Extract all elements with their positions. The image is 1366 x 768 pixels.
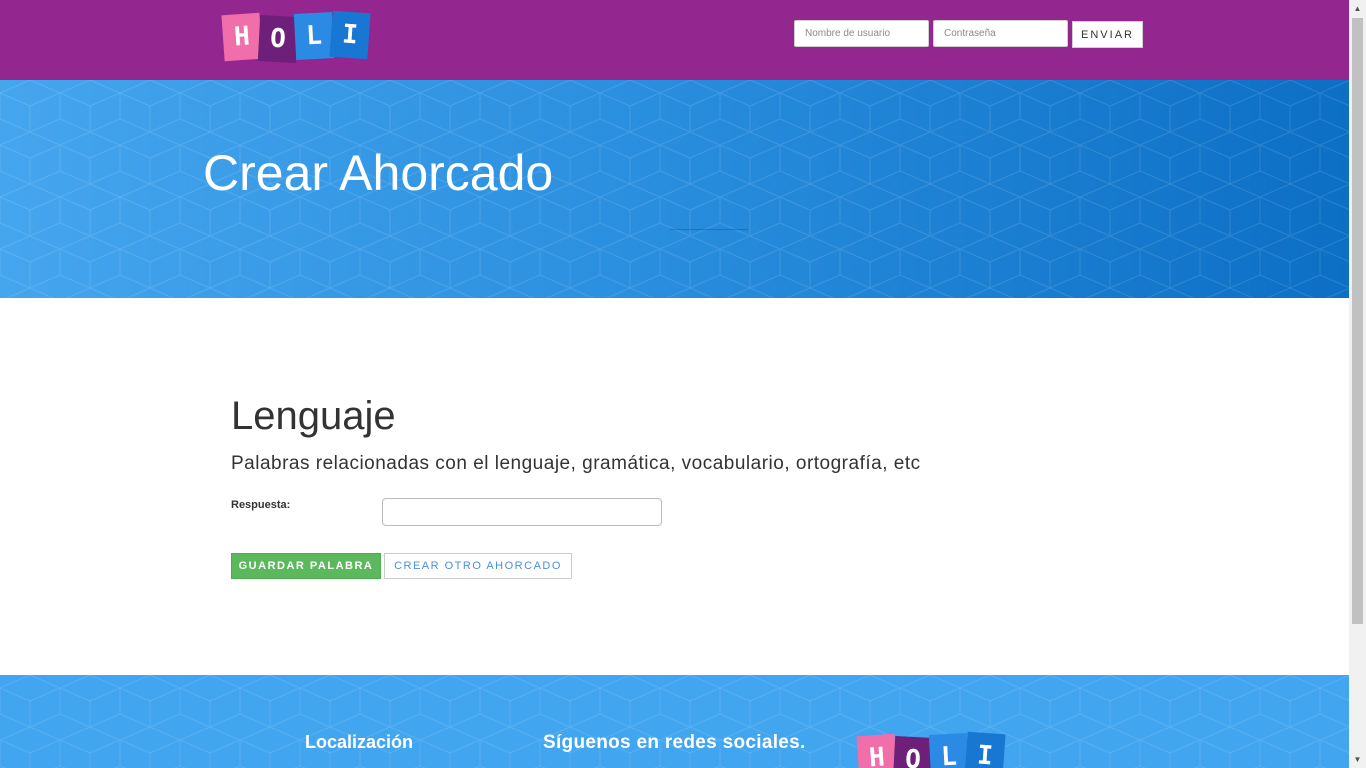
hex-pattern-background <box>0 675 1349 768</box>
category-title: Lenguaje <box>231 394 396 438</box>
footer-holi-logo[interactable]: H O L I <box>856 731 1010 768</box>
main-content: Lenguaje Palabras relacionadas con el le… <box>0 298 1349 675</box>
answer-input[interactable] <box>382 498 662 526</box>
logo-tile-h: H <box>856 733 898 768</box>
category-description: Palabras relacionadas con el lenguaje, g… <box>231 453 921 474</box>
login-form: ENVIAR <box>794 20 1143 48</box>
logo-tile-i: I <box>329 10 371 60</box>
hero-banner: Crear Ahorcado <box>0 80 1349 298</box>
username-input[interactable] <box>794 20 929 47</box>
title-divider <box>670 229 748 230</box>
answer-label: Respuesta: <box>231 499 291 511</box>
logo-tile-l: L <box>928 733 970 768</box>
logo-tile-o: O <box>892 736 934 768</box>
vertical-scrollbar[interactable]: ▲ ▼ <box>1349 0 1366 768</box>
logo-tile-i: I <box>964 731 1006 768</box>
footer-social-heading: Síguenos en redes sociales. <box>543 732 806 753</box>
scrollbar-thumb[interactable] <box>1352 18 1363 624</box>
logo-tile-o: O <box>257 15 299 63</box>
footer-location-heading: Localización <box>305 732 414 752</box>
create-another-hangman-button[interactable]: CREAR OTRO AHORCADO <box>384 553 572 579</box>
password-input[interactable] <box>933 20 1068 47</box>
triangle-up-icon[interactable]: ▲ <box>1349 0 1366 17</box>
triangle-down-icon[interactable]: ▼ <box>1349 751 1366 768</box>
logo-tile-l: L <box>293 12 335 60</box>
holi-logo[interactable]: H O L I <box>221 10 375 64</box>
top-navbar: H O L I ENVIAR <box>0 0 1349 80</box>
footer: Localización Síguenos en redes sociales.… <box>0 675 1349 768</box>
page-title: Crear Ahorcado <box>203 145 554 201</box>
submit-login-button[interactable]: ENVIAR <box>1072 21 1143 48</box>
save-word-button[interactable]: GUARDAR PALABRA <box>231 553 381 579</box>
logo-tile-h: H <box>221 12 263 62</box>
